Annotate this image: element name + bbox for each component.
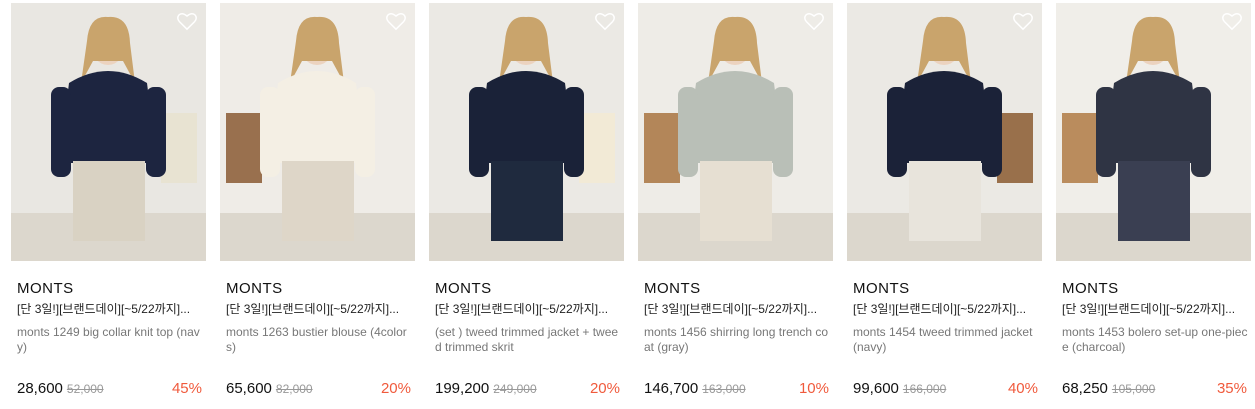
product-card[interactable]: MONTS [단 3일!][브랜드데이][~5/22까지]... monts 145… xyxy=(638,3,833,397)
price-row: 146,700 163,000 10% xyxy=(644,379,829,399)
heart-icon[interactable] xyxy=(385,11,407,31)
product-image[interactable] xyxy=(847,3,1042,261)
product-name[interactable]: (set ) tweed trimmed jacket + tweed trim… xyxy=(435,325,621,357)
product-card[interactable]: MONTS [단 3일!][브랜드데이][~5/22까지]... monts 145… xyxy=(1056,3,1251,397)
product-card[interactable]: MONTS [단 3일!][브랜드데이][~5/22까지]... monts 126… xyxy=(220,3,415,397)
promo-text[interactable]: [단 3일!][브랜드데이][~5/22까지]... xyxy=(17,301,203,317)
price-row: 199,200 249,000 20% xyxy=(435,379,620,399)
promo-text[interactable]: [단 3일!][브랜드데이][~5/22까지]... xyxy=(435,301,621,317)
price-row: 99,600 166,000 40% xyxy=(853,379,1038,399)
brand-name[interactable]: MONTS xyxy=(853,280,1042,298)
heart-icon[interactable] xyxy=(803,11,825,31)
original-price: 166,000 xyxy=(902,382,947,396)
sale-price: 68,250 xyxy=(1062,380,1108,397)
product-name[interactable]: monts 1263 bustier blouse (4colors) xyxy=(226,325,412,357)
product-image[interactable] xyxy=(11,3,206,261)
promo-text[interactable]: [단 3일!][브랜드데이][~5/22까지]... xyxy=(1062,301,1248,317)
discount-rate: 20% xyxy=(589,380,620,397)
sale-price: 146,700 xyxy=(644,380,699,397)
original-price: 249,000 xyxy=(493,382,537,396)
product-card[interactable]: MONTS [단 3일!][브랜드데이][~5/22까지]... monts 145… xyxy=(847,3,1042,397)
brand-name[interactable]: MONTS xyxy=(1062,280,1251,298)
brand-name[interactable]: MONTS xyxy=(226,280,415,298)
sale-price: 65,600 xyxy=(226,380,272,397)
brand-name[interactable]: MONTS xyxy=(435,280,624,298)
product-image[interactable] xyxy=(220,3,415,261)
product-image[interactable] xyxy=(1056,3,1251,261)
product-name[interactable]: monts 1456 shirring long trench coat (gr… xyxy=(644,325,830,357)
original-price: 105,000 xyxy=(1111,382,1156,396)
promo-text[interactable]: [단 3일!][브랜드데이][~5/22까지]... xyxy=(853,301,1039,317)
price-row: 68,250 105,000 35% xyxy=(1062,379,1247,399)
promo-text[interactable]: [단 3일!][브랜드데이][~5/22까지]... xyxy=(226,301,412,317)
brand-name[interactable]: MONTS xyxy=(17,280,206,298)
product-card[interactable]: MONTS [단 3일!][브랜드데이][~5/22까지]... monts 124… xyxy=(11,3,206,397)
brand-name[interactable]: MONTS xyxy=(644,280,833,298)
product-name[interactable]: monts 1453 bolero set-up one-piece (char… xyxy=(1062,325,1248,357)
discount-rate: 35% xyxy=(1216,380,1247,397)
sale-price: 199,200 xyxy=(435,380,490,397)
heart-icon[interactable] xyxy=(176,11,198,31)
original-price: 163,000 xyxy=(702,382,746,396)
product-image[interactable] xyxy=(638,3,833,261)
heart-icon[interactable] xyxy=(1221,11,1243,31)
price-row: 65,600 82,000 20% xyxy=(226,379,411,399)
product-image[interactable] xyxy=(429,3,624,261)
heart-icon[interactable] xyxy=(1012,11,1034,31)
original-price: 52,000 xyxy=(66,382,104,396)
sale-price: 28,600 xyxy=(17,380,63,397)
price-row: 28,600 52,000 45% xyxy=(17,379,202,399)
product-name[interactable]: monts 1454 tweed trimmed jacket (navy) xyxy=(853,325,1039,357)
product-name[interactable]: monts 1249 big collar knit top (navy) xyxy=(17,325,203,357)
promo-text[interactable]: [단 3일!][브랜드데이][~5/22까지]... xyxy=(644,301,830,317)
discount-rate: 45% xyxy=(171,380,202,397)
heart-icon[interactable] xyxy=(594,11,616,31)
discount-rate: 40% xyxy=(1007,380,1038,397)
original-price: 82,000 xyxy=(275,382,313,396)
sale-price: 99,600 xyxy=(853,380,899,397)
product-card[interactable]: MONTS [단 3일!][브랜드데이][~5/22까지]... (set ) tw… xyxy=(429,3,624,397)
discount-rate: 20% xyxy=(380,380,411,397)
product-grid: MONTS [단 3일!][브랜드데이][~5/22까지]... monts 124… xyxy=(11,3,1251,397)
discount-rate: 10% xyxy=(798,380,829,397)
